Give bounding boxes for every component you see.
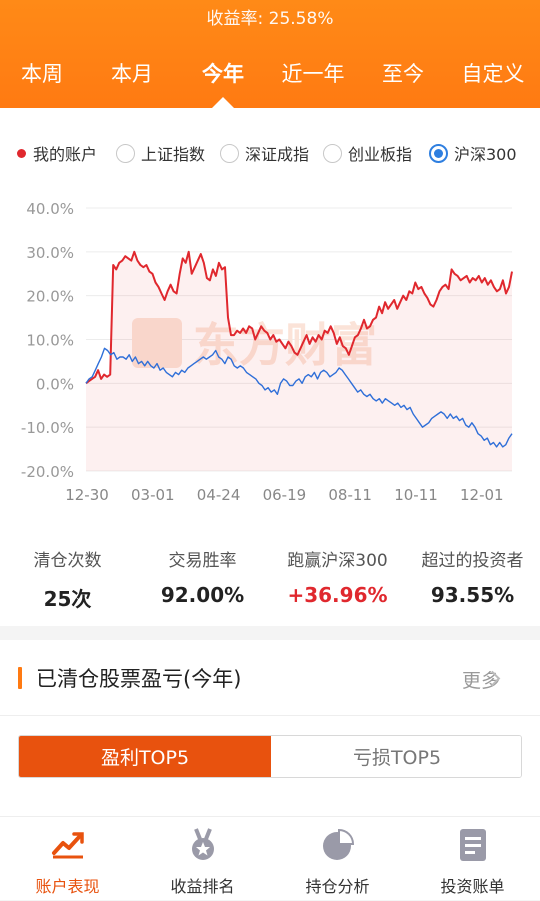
radio-icon: [116, 143, 135, 163]
x-tick-label: 04-24: [197, 486, 241, 504]
chart-trend-icon: [52, 832, 84, 859]
nav-holdings-analysis[interactable]: 持仓分析: [270, 817, 405, 901]
line-chart: 40.0% 30.0% 20.0% 10.0% 0.0% -10.0% -20.0% 12-3…: [21, 200, 513, 504]
cleared-stocks-section: 已清仓股票盈亏(今年) 更多 盈利TOP5 亏损TOP5: [0, 640, 540, 816]
profit-loss-toggle: 盈利TOP5 亏损TOP5: [18, 735, 522, 778]
stat-win-rate: 交易胜率 92.00%: [135, 546, 270, 607]
tab-to-date[interactable]: 至今: [382, 58, 424, 88]
stat-clearances: 清仓次数 25次: [0, 546, 135, 612]
section-title: 已清仓股票盈亏(今年): [18, 664, 241, 692]
loss-top5-button[interactable]: 亏损TOP5: [271, 736, 521, 777]
legend-csi300[interactable]: 沪深300: [429, 141, 517, 165]
y-tick-label: -10.0%: [21, 419, 74, 437]
tab-year[interactable]: 今年: [202, 58, 244, 88]
series-area-my-account: [86, 251, 512, 471]
yield-label: 收益率: 25.58%: [206, 9, 334, 29]
stat-beat-investors: 超过的投资者 93.55%: [405, 546, 540, 607]
stat-value: 25次: [43, 587, 92, 611]
pie-chart-icon: [323, 828, 355, 860]
red-dot-icon: [17, 148, 26, 158]
stat-label: 跑赢沪深300: [287, 551, 388, 571]
nav-label: 收益排名: [170, 877, 235, 896]
legend-sse-index[interactable]: 上证指数: [116, 141, 205, 165]
radio-icon: [323, 143, 342, 163]
legend-label: 创业板指: [348, 145, 413, 164]
medal-icon: [192, 828, 214, 860]
header: 收益率: 25.58% 本周 本月 今年 近一年 至今 自定义: [0, 0, 540, 108]
tab-month[interactable]: 本月: [111, 58, 153, 88]
y-tick-label: 0.0%: [36, 375, 74, 393]
legend-label: 上证指数: [141, 145, 206, 164]
stat-label: 清仓次数: [33, 551, 102, 571]
legend-label: 我的账户: [33, 145, 98, 164]
legend-chinext-index[interactable]: 创业板指: [323, 141, 412, 165]
stat-label: 交易胜率: [168, 551, 237, 571]
nav-investment-statement[interactable]: 投资账单: [405, 817, 540, 901]
stats-row: 清仓次数 25次 交易胜率 92.00% 跑赢沪深300 +36.96% 超过的…: [0, 546, 540, 616]
x-tick-label: 12-01: [460, 486, 504, 504]
legend-my-account[interactable]: 我的账户: [17, 141, 97, 165]
legend-label: 沪深300: [454, 145, 517, 164]
nav-account-performance[interactable]: 账户表现: [0, 817, 135, 901]
x-tick-label: 08-11: [328, 486, 372, 504]
performance-card: 我的账户 上证指数 深证成指 创业板指 沪深300 40.0% 30.0% 20.0…: [0, 108, 540, 626]
period-tabs: 本周 本月 今年 近一年 至今 自定义: [0, 58, 540, 88]
legend-label: 深证成指: [245, 145, 310, 164]
nav-label: 账户表现: [35, 877, 100, 896]
x-tick-label: 10-11: [394, 486, 438, 504]
stat-value: 92.00%: [160, 583, 245, 607]
radio-icon: [220, 143, 239, 163]
y-tick-label: 30.0%: [26, 244, 74, 262]
nav-label: 投资账单: [440, 877, 505, 896]
chart-legend: 我的账户 上证指数 深证成指 创业板指 沪深300: [0, 141, 540, 165]
nav-ranking[interactable]: 收益排名: [135, 817, 270, 901]
stat-value: 93.55%: [430, 583, 515, 607]
profit-top5-button[interactable]: 盈利TOP5: [19, 736, 271, 777]
bottom-nav: 账户表现 收益排名 持仓分析 投资账单: [0, 816, 540, 900]
x-tick-label: 03-01: [131, 486, 175, 504]
stat-beat-csi300: 跑赢沪深300 +36.96%: [270, 546, 405, 607]
y-tick-label: 20.0%: [26, 288, 74, 306]
y-tick-label: 10.0%: [26, 332, 74, 350]
tab-week[interactable]: 本周: [21, 58, 63, 88]
tab-custom[interactable]: 自定义: [462, 58, 525, 88]
active-tab-caret: [212, 97, 234, 108]
x-tick-label: 06-19: [263, 486, 307, 504]
radio-selected-icon: [429, 143, 448, 163]
y-tick-label: -20.0%: [21, 463, 74, 481]
legend-szse-index[interactable]: 深证成指: [220, 141, 309, 165]
divider: [0, 715, 540, 716]
y-tick-label: 40.0%: [26, 200, 74, 218]
document-icon: [460, 829, 486, 861]
section-title-text: 已清仓股票盈亏(今年): [36, 667, 242, 691]
stat-value: +36.96%: [287, 583, 388, 607]
nav-label: 持仓分析: [305, 877, 370, 896]
section-accent-bar: [18, 667, 22, 689]
tab-last-year[interactable]: 近一年: [282, 58, 345, 88]
stat-label: 超过的投资者: [421, 551, 524, 571]
x-tick-label: 12-30: [65, 486, 109, 504]
